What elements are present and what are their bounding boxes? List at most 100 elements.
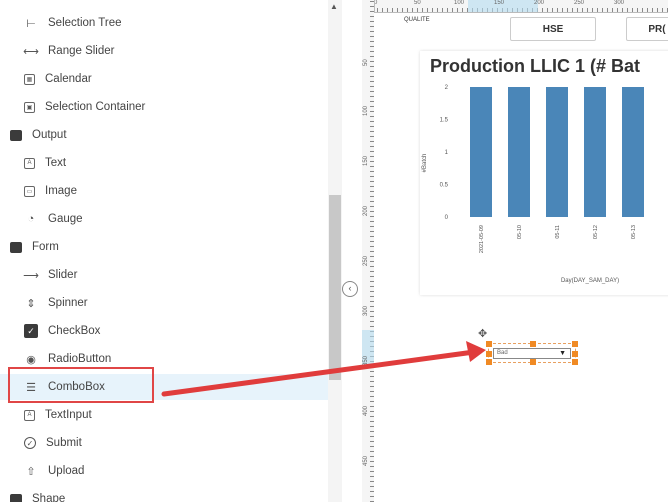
slider-icon: ⟶ [23, 269, 39, 282]
move-icon[interactable]: ✥ [478, 327, 487, 340]
folder-icon [10, 129, 22, 141]
ruler-left-label: 350 [363, 355, 369, 366]
x-tick-label: 2021-05-09 [479, 225, 485, 253]
palette-item-label: Upload [48, 465, 85, 477]
dropdown-caret-icon[interactable]: ▼ [559, 349, 566, 358]
folder-icon [10, 493, 22, 502]
gauge-icon: ◔ [27, 213, 35, 225]
horizontal-ruler: 0 50 100 150 200 250 300 [372, 0, 668, 13]
calendar-icon: ▦ [24, 73, 35, 85]
x-tick-label: 05-10 [517, 225, 523, 239]
tab-pro[interactable]: PR( [626, 17, 668, 41]
folder-icon [10, 241, 22, 253]
palette-item-slider[interactable]: ⟶ Slider [0, 262, 328, 288]
scrollbar-thumb[interactable] [329, 195, 341, 380]
palette-item-label: Submit [46, 437, 82, 449]
component-palette: ⊢ Selection Tree ⟷ Range Slider ▦ Calendar ▣ Se… [0, 0, 328, 502]
scroll-up-icon[interactable]: ▲ [330, 2, 338, 11]
palette-item-label: Range Slider [48, 45, 115, 57]
ruler-top-label: 150 [494, 0, 505, 6]
resize-handle-bl[interactable] [486, 359, 492, 365]
image-icon: ▭ [24, 185, 35, 197]
palette-item-selection-tree[interactable]: ⊢ Selection Tree [0, 10, 328, 36]
submit-icon: ✓ [24, 437, 36, 449]
palette-item-label: Calendar [45, 73, 92, 85]
palette-item-label: Image [45, 185, 77, 197]
palette-item-checkbox[interactable]: ✓ CheckBox [0, 318, 328, 344]
resize-handle-tm[interactable] [530, 341, 536, 347]
resize-handle-ml[interactable] [486, 351, 492, 357]
design-canvas[interactable]: QUALITE HSE PR( Production LLIC 1 (# Bat… [374, 13, 668, 502]
resize-handle-br[interactable] [572, 359, 578, 365]
y-axis-label: #Batch [422, 154, 428, 173]
palette-item-label: Spinner [48, 297, 88, 309]
bar [622, 87, 644, 217]
palette-item-label: Selection Container [45, 101, 146, 113]
ruler-top-label: 200 [534, 0, 545, 6]
resize-handle-tl[interactable] [486, 341, 492, 347]
palette-item-textinput[interactable]: A TextInput [0, 402, 328, 428]
palette-item-label: Shape [32, 493, 66, 502]
text-input-icon: A [24, 409, 35, 421]
ruler-top-label: 250 [574, 0, 585, 6]
palette-item-spinner[interactable]: ⇕ Spinner [0, 290, 328, 316]
ruler-top-label: 300 [614, 0, 625, 6]
palette-item-form[interactable]: Form [0, 234, 328, 260]
chevron-left-icon: ‹ [348, 283, 352, 293]
ruler-left-label: 450 [363, 455, 369, 466]
y-tick-label: 2 [445, 85, 449, 91]
tree-icon: ⊢ [26, 17, 36, 30]
palette-item-label: Gauge [48, 213, 83, 225]
collapse-panel-button[interactable]: ‹ [342, 281, 358, 297]
bar-chart: 0 0.5 1 1.5 2 #Batch 2021-05-09 05-10 05-11 05-12… [422, 85, 644, 284]
palette-item-shape[interactable]: Shape [0, 486, 328, 502]
palette-item-label: Selection Tree [48, 17, 122, 29]
bar [546, 87, 568, 217]
palette-item-label: CheckBox [48, 325, 101, 337]
resize-handle-mr[interactable] [572, 351, 578, 357]
palette-item-selection-container[interactable]: ▣ Selection Container [0, 94, 328, 120]
tab-quality[interactable]: QUALITE [404, 13, 464, 27]
chart-widget[interactable]: Production LLIC 1 (# Bat 0 0.5 1 1.5 2 #Batch… [420, 51, 668, 295]
ruler-left-label: 400 [363, 405, 369, 416]
palette-item-text[interactable]: A Text [0, 150, 328, 176]
radio-icon: ◉ [26, 353, 36, 366]
ruler-left-label: 50 [363, 59, 369, 66]
resize-handle-tr[interactable] [572, 341, 578, 347]
text-icon: A [24, 157, 35, 169]
palette-item-submit[interactable]: ✓ Submit [0, 430, 328, 456]
palette-item-gauge[interactable]: ◔ Gauge [0, 206, 328, 232]
spinner-icon: ⇕ [26, 297, 36, 310]
combobox-value: Bad [497, 350, 508, 356]
x-tick-label: 05-13 [631, 225, 637, 239]
combobox-highlight-box [8, 367, 154, 403]
ruler-left-label: 250 [363, 255, 369, 266]
x-tick-label: 05-12 [593, 225, 599, 239]
palette-item-upload[interactable]: ⇧ Upload [0, 458, 328, 484]
palette-item-calendar[interactable]: ▦ Calendar [0, 66, 328, 92]
canvas-combobox[interactable]: Bad ▼ [486, 341, 578, 365]
ruler-left-label: 200 [363, 205, 369, 216]
palette-item-label: Output [32, 129, 67, 141]
y-tick-label: 0.5 [440, 183, 449, 189]
x-axis-label: Day(DAY_SAM_DAY) [561, 278, 619, 284]
ruler-left-label: 150 [363, 155, 369, 166]
resize-handle-bm[interactable] [530, 359, 536, 365]
x-tick-label: 05-11 [555, 225, 561, 239]
y-tick-label: 1.5 [440, 118, 449, 124]
combobox-field[interactable]: Bad ▼ [493, 348, 571, 359]
y-tick-label: 0 [445, 215, 449, 221]
palette-item-range-slider[interactable]: ⟷ Range Slider [0, 38, 328, 64]
ruler-top-label: 100 [454, 0, 465, 6]
ruler-left-label: 300 [363, 305, 369, 316]
palette-item-image[interactable]: ▭ Image [0, 178, 328, 204]
bar [508, 87, 530, 217]
tab-hse[interactable]: HSE [510, 17, 596, 41]
palette-item-output[interactable]: Output [0, 122, 328, 148]
selection-container-icon: ▣ [24, 101, 35, 113]
palette-item-label: RadioButton [48, 353, 112, 365]
bar [470, 87, 492, 217]
palette-scrollbar[interactable]: ▲ [328, 0, 342, 502]
range-slider-icon: ⟷ [23, 45, 39, 58]
y-tick-label: 1 [445, 150, 449, 156]
